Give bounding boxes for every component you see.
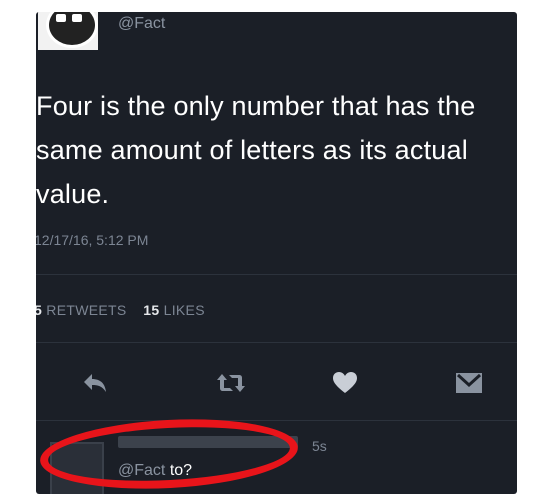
retweet-button[interactable] xyxy=(216,368,246,398)
reply-mention[interactable]: @Fact xyxy=(118,462,165,479)
message-icon xyxy=(456,373,482,393)
message-button[interactable] xyxy=(454,368,484,398)
retweet-icon xyxy=(217,374,245,392)
divider-middle xyxy=(36,342,517,343)
avatar-eye-right xyxy=(72,14,82,22)
retweets-count[interactable]: 5 xyxy=(36,302,42,318)
heart-icon xyxy=(333,372,357,393)
reply-avatar[interactable] xyxy=(50,442,104,494)
avatar-eye-left xyxy=(56,14,66,22)
likes-label[interactable]: LIKES xyxy=(164,302,205,318)
tweet-handle[interactable]: @Fact xyxy=(118,15,165,33)
reply-time: 5s xyxy=(312,438,327,454)
reply-author-redacted xyxy=(118,436,298,448)
reply-icon xyxy=(84,374,106,392)
tweet-text: Four is the only number that has the sam… xyxy=(36,91,476,209)
reply-body: to? xyxy=(169,462,193,479)
reply-button[interactable] xyxy=(80,368,110,398)
tweet-stats: 5 RETWEETS 15 LIKES xyxy=(36,302,205,318)
tweet-card: @Fact Four is the only number that has t… xyxy=(36,12,517,494)
divider-top xyxy=(36,274,517,275)
like-button[interactable] xyxy=(330,368,360,398)
reply-text: @Fact to? xyxy=(118,462,192,480)
retweets-label[interactable]: RETWEETS xyxy=(46,302,126,318)
avatar[interactable] xyxy=(38,12,98,50)
reply-tweet[interactable]: 5s @Fact to? xyxy=(36,430,517,494)
tweet-timestamp: 12/17/16, 5:12 PM xyxy=(36,232,149,248)
divider-bottom xyxy=(36,420,517,421)
likes-count[interactable]: 15 xyxy=(143,302,159,318)
